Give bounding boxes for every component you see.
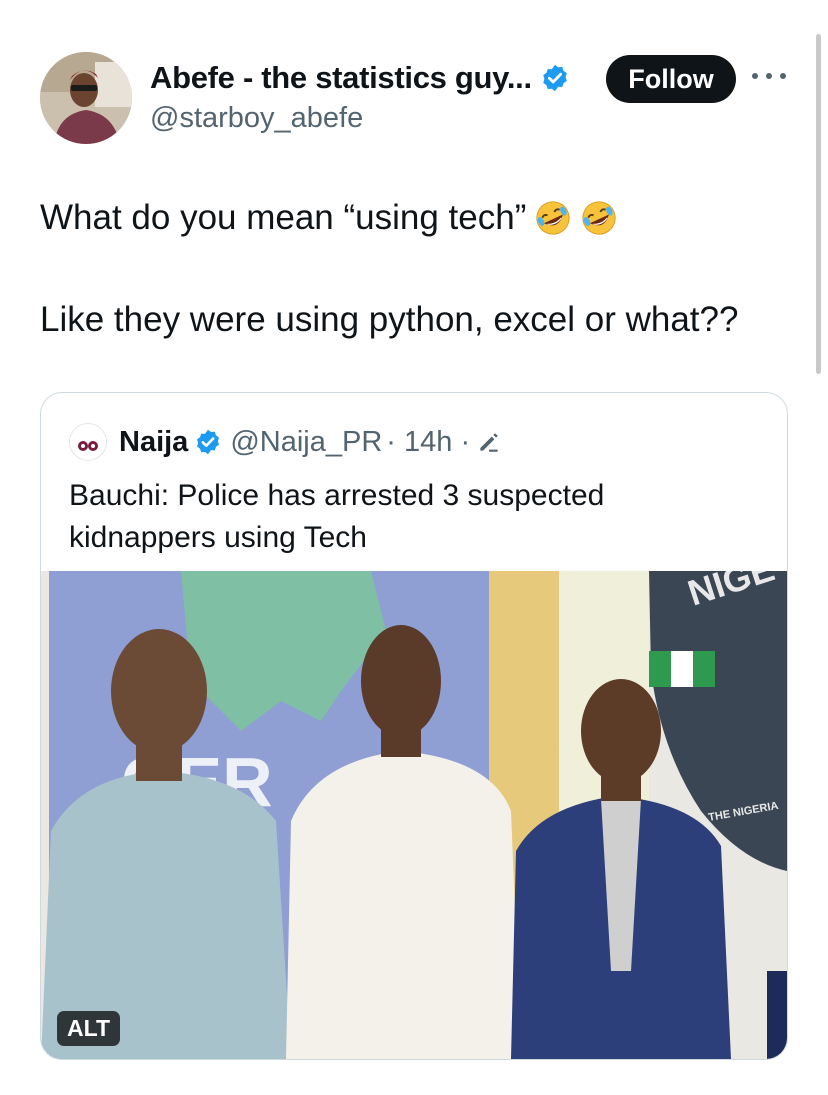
author-name-row: Abefe - the statistics guy... [150,60,570,96]
tweet-text-line2: Like they were using python, excel or wh… [40,300,739,339]
more-options-icon[interactable] [752,66,786,86]
quoted-text: Bauchi: Police has arrested 3 suspected … [69,479,605,554]
edited-pencil-icon [480,433,498,452]
quoted-time: · 14h · [386,425,471,458]
author-avatar-image [40,52,132,144]
author-avatar[interactable] [40,52,132,144]
author-handle[interactable]: @starboy_abefe [150,102,363,135]
quoted-avatar-logo-icon [78,441,98,451]
scrollbar[interactable] [816,34,821,374]
quoted-avatar[interactable] [69,423,107,461]
follow-button[interactable]: Follow [606,55,736,103]
quoted-name[interactable]: Naija [119,426,188,459]
quoted-header: Naija @Naija_PR · 14h · [69,423,502,461]
quoted-tweet-card[interactable]: Naija @Naija_PR · 14h · Bauchi: Police h… [40,392,788,1060]
rofl-emoji-icon [582,201,616,235]
arrest-photo-image: GER NIGE POL THE NIGERIA [41,571,787,1059]
quoted-photo[interactable]: GER NIGE POL THE NIGERIA ALT [41,571,787,1059]
verified-badge-icon [197,429,220,455]
verified-badge-icon [543,64,567,92]
author-name[interactable]: Abefe - the statistics guy... [150,60,532,96]
tweet-text-line1-row: What do you mean “using tech” [40,198,618,238]
tweet-text-line1: What do you mean “using tech” [40,198,527,237]
alt-badge[interactable]: ALT [57,1011,121,1046]
rofl-emoji-icon [536,201,570,235]
quoted-handle[interactable]: @Naija_PR [230,426,382,459]
